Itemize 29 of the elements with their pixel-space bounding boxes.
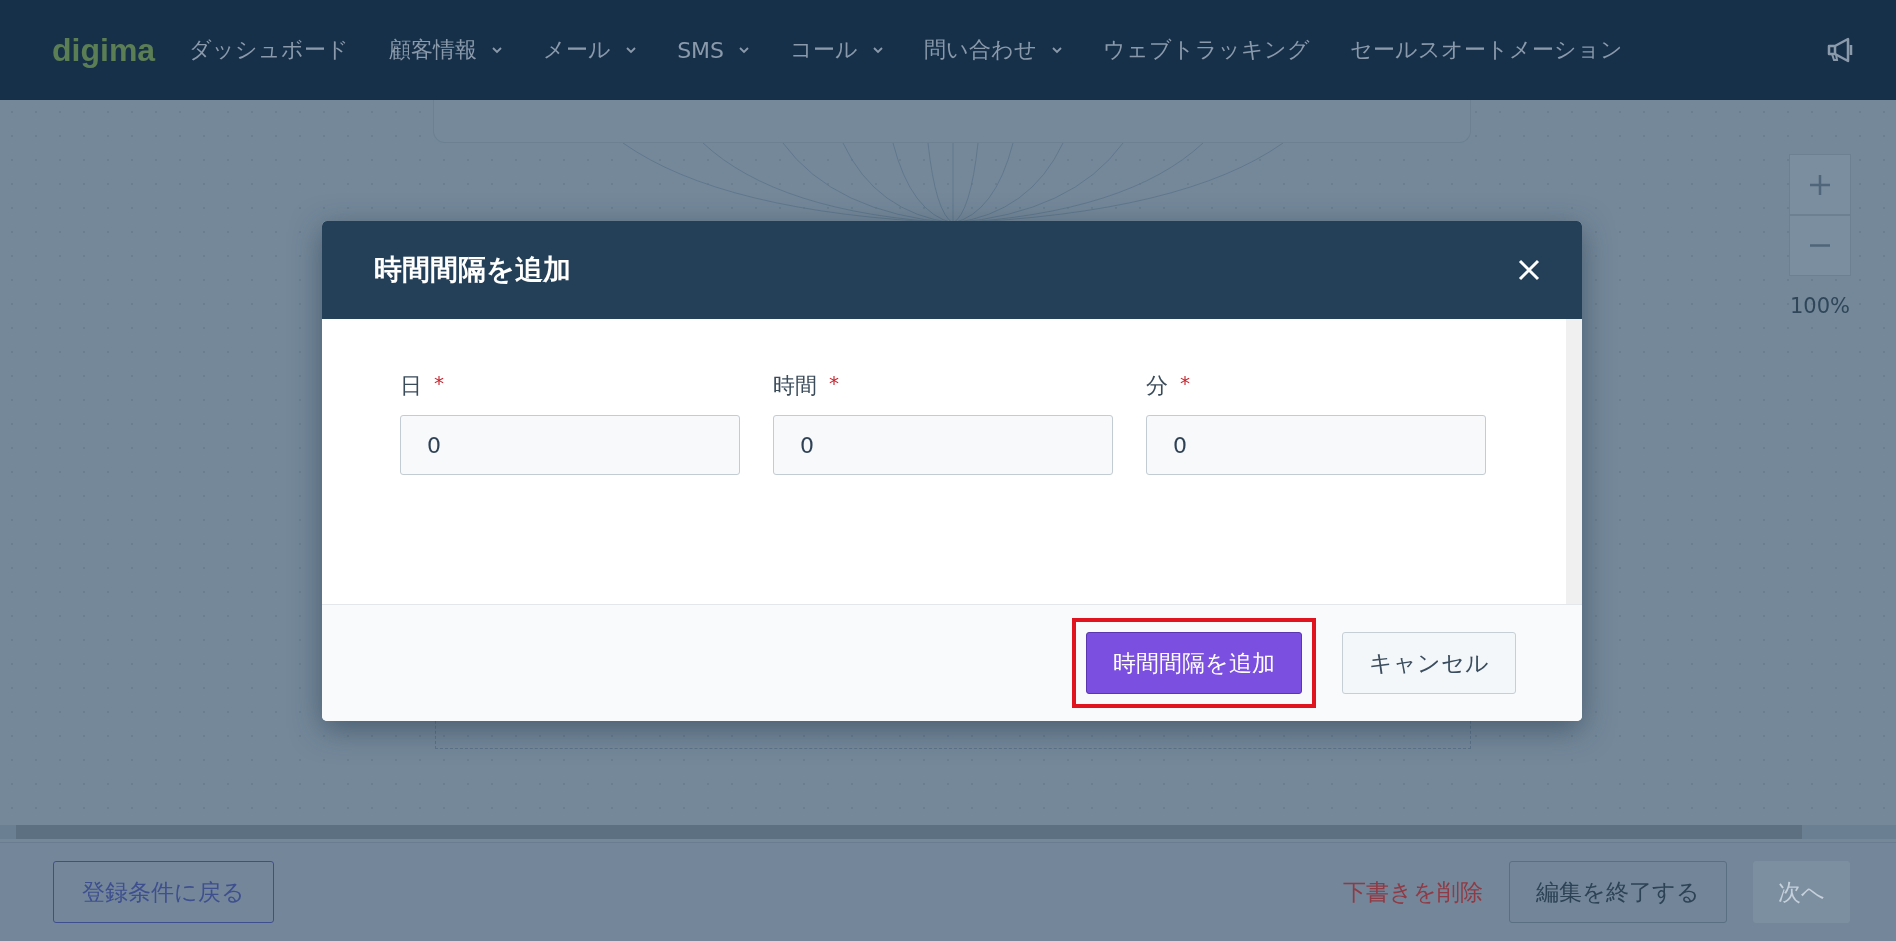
number-input-field[interactable]: 0: [1146, 415, 1486, 475]
nav-menu-item[interactable]: SMS: [677, 35, 751, 65]
field-label: 時間: [773, 372, 817, 400]
nav-menu-item[interactable]: メール: [543, 35, 638, 65]
field-label: 日: [400, 372, 422, 400]
zoom-level: 100%: [1789, 294, 1850, 318]
minus-icon: [1810, 244, 1830, 247]
digima-logo[interactable]: digima: [52, 31, 156, 69]
cancel-button[interactable]: キャンセル: [1342, 632, 1516, 694]
finish-editing-button[interactable]: 編集を終了する: [1509, 861, 1727, 923]
nav-menu-item[interactable]: セールスオートメーション: [1350, 35, 1624, 65]
vertical-scrollbar[interactable]: [1566, 319, 1582, 604]
dialog-title: 時間間隔を追加: [374, 252, 571, 288]
zoom-out-button[interactable]: [1789, 215, 1851, 276]
number-input-field[interactable]: 0: [773, 415, 1113, 475]
number-input-field[interactable]: 0: [400, 415, 740, 475]
plus-icon: [1808, 172, 1832, 197]
required-mark: *: [1180, 371, 1190, 395]
field-label: 分: [1146, 372, 1168, 400]
nav-menu-item[interactable]: 問い合わせ: [924, 35, 1064, 65]
zoom-in-button[interactable]: [1789, 154, 1851, 215]
required-mark: *: [829, 371, 839, 395]
nav-menu-item[interactable]: 顧客情報: [389, 35, 504, 65]
nav-menu-item[interactable]: ウェブトラッキング: [1103, 35, 1311, 65]
nav-menu-item[interactable]: ダッシュボード: [189, 35, 350, 65]
close-icon[interactable]: [1518, 259, 1540, 281]
required-mark: *: [434, 371, 444, 395]
nav-menu-item[interactable]: コール: [790, 35, 885, 65]
add-interval-button[interactable]: 時間間隔を追加: [1086, 632, 1302, 694]
